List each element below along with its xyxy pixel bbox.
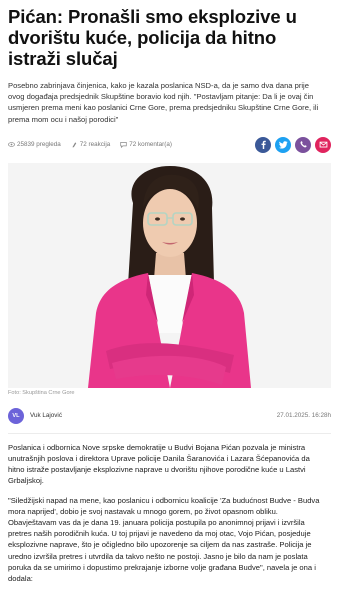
email-icon — [319, 142, 327, 148]
author-avatar: VL — [8, 407, 24, 424]
eye-icon — [8, 142, 15, 148]
divider — [8, 432, 331, 434]
article-paragraph: "Siledžijski napad na mene, kao poslanic… — [8, 495, 320, 584]
comment-icon — [120, 142, 127, 149]
article-lead: Posebno zabrinjava činjenica, kako je ka… — [8, 81, 319, 124]
facebook-share-button[interactable] — [255, 136, 271, 153]
reaction-icon — [72, 142, 77, 148]
article-meta-row: 25839 pregleda 72 reakcija 72 komentar(a… — [8, 135, 331, 155]
article-photo — [8, 162, 331, 388]
facebook-icon — [261, 141, 266, 150]
share-buttons — [255, 136, 331, 153]
email-share-button[interactable] — [315, 136, 331, 153]
viber-icon — [300, 141, 307, 148]
views-count: 25839 pregleda — [17, 141, 61, 149]
twitter-icon — [278, 141, 288, 149]
reactions-stat[interactable]: 72 reakcija — [71, 141, 110, 148]
article-paragraph: Poslanica i odbornica Nove srpske demokr… — [8, 442, 310, 486]
viber-share-button[interactable] — [295, 136, 311, 153]
comments-count: 72 komentar(a) — [129, 141, 172, 149]
article-stats: 25839 pregleda 72 reakcija 72 komentar(a… — [8, 141, 172, 149]
author-row: VL Vuk Lajović 27.01.2025. 16:28h — [8, 407, 331, 425]
comments-stat[interactable]: 72 komentar(a) — [120, 141, 172, 149]
publish-date: 27.01.2025. 16:28h — [276, 412, 331, 420]
author-name: Vuk Lajović — [30, 412, 62, 420]
reactions-count: 72 reakcija — [79, 141, 111, 149]
article-page: Pićan: Pronašli smo eksplozive u dvorišt… — [0, 0, 339, 600]
photo-caption: Foto: Skupština Crne Gore — [8, 389, 75, 396]
author-info[interactable]: VL Vuk Lajović — [8, 407, 62, 424]
views-stat: 25839 pregleda — [8, 141, 61, 148]
article-title: Pićan: Pronašli smo eksplozive u dvorišt… — [8, 6, 297, 69]
twitter-share-button[interactable] — [275, 136, 291, 153]
portrait-illustration — [8, 162, 331, 388]
